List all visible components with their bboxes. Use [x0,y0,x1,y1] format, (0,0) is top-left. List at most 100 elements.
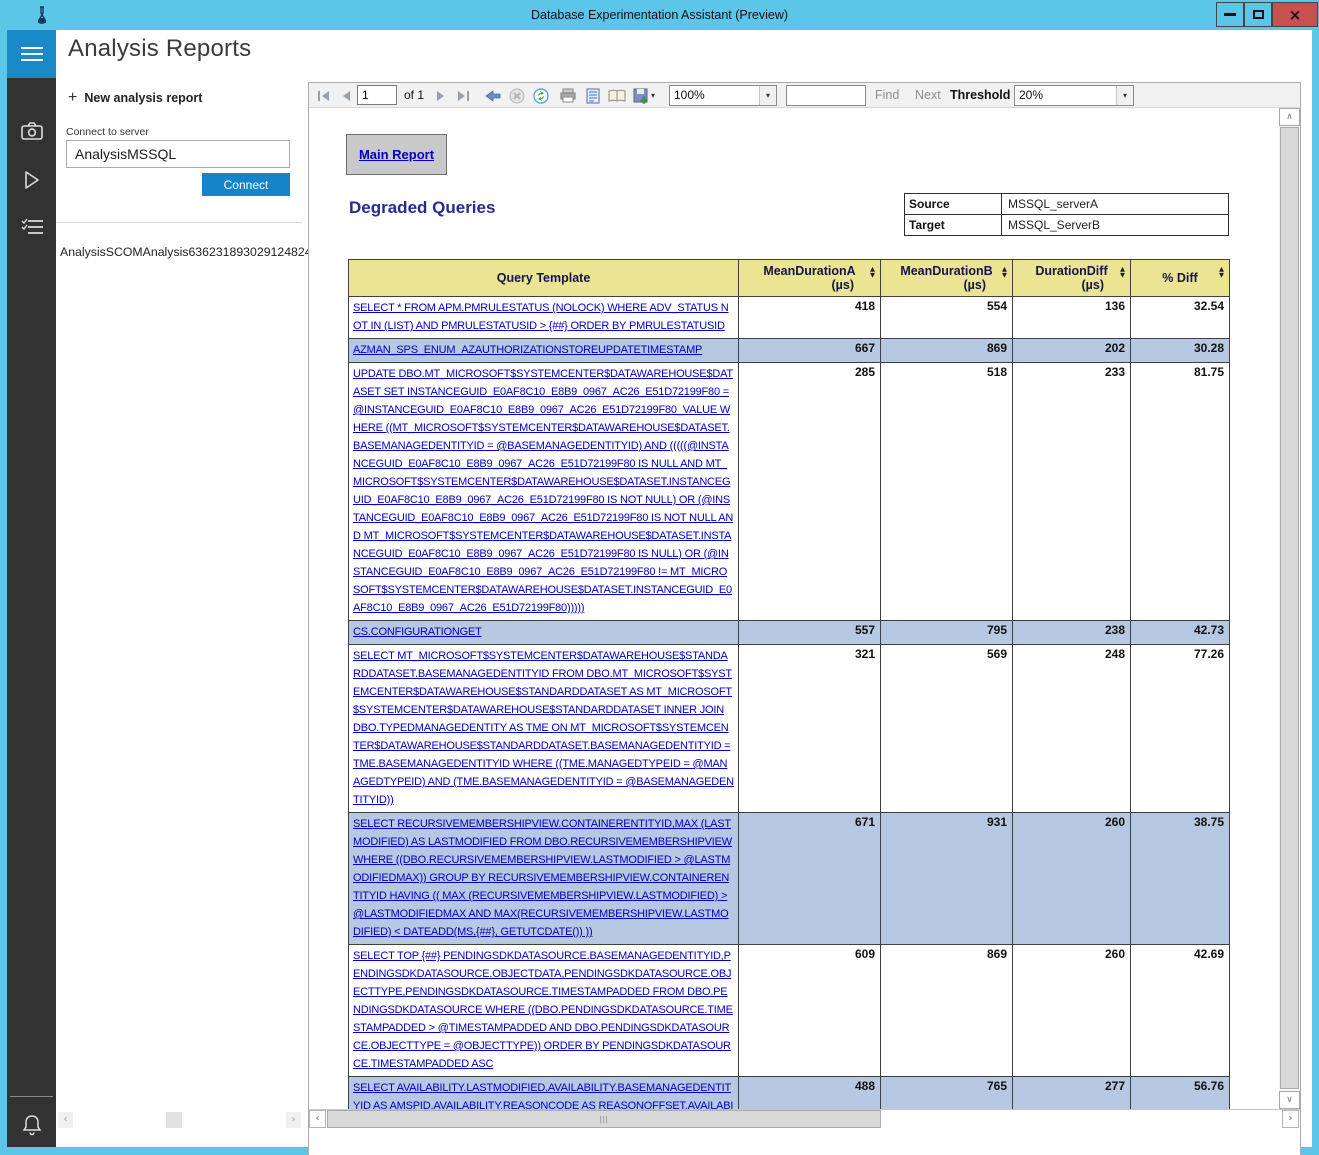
sidebar-item-replay[interactable] [7,163,56,197]
threshold-caret-icon: ▾ [1116,86,1133,105]
rail-divider [10,1096,53,1097]
window-border-left [0,30,7,1155]
duration-diff-value: 277 [1012,1076,1131,1109]
mean-duration-b-value: 569 [880,644,1013,813]
duration-diff-value: 238 [1012,620,1131,645]
page-setup-button[interactable] [606,85,627,106]
target-value: MSSQL_ServerB [1001,214,1229,236]
analysis-report-list-item[interactable]: AnalysisSCOMAnalysis636231893029124824 [60,245,312,259]
minimize-button[interactable] [1216,2,1244,27]
new-analysis-report-label: New analysis report [84,91,203,105]
server-name-input[interactable] [66,140,290,168]
query-link[interactable]: SELECT RECURSIVEMEMBERSHIPVIEW.CONTAINER… [353,818,732,938]
column-header-duration-diff[interactable]: DurationDiff (µs) ▲ ▼ [1012,259,1131,297]
report-canvas: Main Report Degraded Queries Source MSSQL… [309,108,1279,1109]
scroll-right-button[interactable]: › [1282,1110,1299,1128]
duration-diff-value: 260 [1012,944,1131,1077]
column-header-pct-diff[interactable]: % Diff ▲ ▼ [1130,259,1230,297]
mean-duration-b-value: 518 [880,362,1013,621]
nav-rail [7,30,56,1147]
first-page-button[interactable] [313,85,334,106]
query-template-cell: SELECT MT_MICROSOFT$SYSTEMCENTER$DATAWAR… [348,644,739,813]
sort-icon[interactable]: ▲ ▼ [870,266,875,278]
mean-duration-b-value: 869 [880,944,1013,1077]
query-link[interactable]: SELECT TOP {##} PENDINGSDKDATASOURCE.BAS… [353,950,733,1070]
degraded-queries-table: Query Template MeanDurationA (µs) ▲ ▼ MeanD… [348,259,1230,1109]
connect-button[interactable]: Connect [202,173,290,196]
query-link[interactable]: AZMAN_SPS_ENUM_AZAUTHORIZATIONSTOREUPDAT… [353,344,702,356]
page-title: Analysis Reports [68,35,252,62]
print-button[interactable] [557,85,578,106]
horizontal-scrollbar[interactable]: ‹ ||| › [309,1109,1300,1128]
refresh-button[interactable] [530,85,551,106]
close-button[interactable]: × [1272,2,1318,27]
cancel-icon [509,88,524,103]
zoom-select[interactable]: 100% ▾ [669,85,777,106]
vertical-scrollbar[interactable]: ∧ ∨ [1279,108,1300,1109]
sidebar-item-analysis-reports[interactable] [7,210,56,244]
mean-duration-b-value: 931 [880,812,1013,945]
back-button[interactable] [482,85,503,106]
app-window: Database Experimentation Assistant (Prev… [0,0,1319,1155]
sort-icon[interactable]: ▲ ▼ [1219,266,1224,278]
scroll-up-button[interactable]: ∧ [1279,108,1300,126]
query-link[interactable]: SELECT * FROM APM.PMRULESTATUS (NOLOCK) … [353,302,729,332]
page-number-input[interactable] [357,85,397,105]
duration-diff-value: 260 [1012,812,1131,945]
last-page-button[interactable] [452,85,473,106]
query-template-cell: SELECT AVAILABILITY.LASTMODIFIED,AVAILAB… [348,1076,739,1109]
notifications-button[interactable] [7,1108,56,1142]
pct-diff-value: 42.73 [1130,620,1230,645]
pct-diff-value: 56.76 [1130,1076,1230,1109]
plus-icon: + [68,89,78,106]
previous-page-button[interactable] [335,85,356,106]
export-button[interactable]: ▾ [629,85,659,106]
report-heading: Degraded Queries [349,198,496,217]
query-link[interactable]: SELECT MT_MICROSOFT$SYSTEMCENTER$DATAWAR… [353,650,734,806]
target-label: Target [904,214,1002,236]
mean-duration-a-value: 488 [738,1076,881,1109]
print-layout-button[interactable] [582,85,603,106]
pct-diff-value: 81.75 [1130,362,1230,621]
horizontal-scroll-thumb[interactable]: ||| [327,1110,881,1128]
find-next-button[interactable]: Next [915,83,941,108]
scroll-down-button[interactable]: ∨ [1279,1091,1300,1109]
scroll-left-button[interactable]: ‹ [309,1110,326,1128]
left-panel-scroll-left[interactable]: ‹ [58,1112,73,1128]
table-row: SELECT MT_MICROSOFT$SYSTEMCENTER$DATAWAR… [348,644,1230,813]
mean-duration-a-value: 285 [738,362,881,621]
source-value: MSSQL_serverA [1001,193,1229,215]
new-analysis-report-button[interactable]: + New analysis report [68,89,202,107]
column-header-mean-duration-b[interactable]: MeanDurationB (µs) ▲ ▼ [880,259,1013,297]
main-report-button[interactable]: Main Report [346,134,447,175]
last-page-icon [457,90,469,101]
pct-diff-value: 42.69 [1130,944,1230,1077]
column-header-mean-duration-a[interactable]: MeanDurationA (µs) ▲ ▼ [738,259,881,297]
query-link[interactable]: SELECT AVAILABILITY.LASTMODIFIED,AVAILAB… [353,1082,733,1109]
query-template-cell: SELECT RECURSIVEMEMBERSHIPVIEW.CONTAINER… [348,812,739,945]
sort-icon[interactable]: ▲ ▼ [1120,266,1125,278]
table-row: CS.CONFIGURATIONGET 557 795 238 42.73 [348,620,1230,645]
left-panel-scroll-thumb[interactable] [166,1112,182,1128]
degraded-queries-tbody: SELECT * FROM APM.PMRULESTATUS (NOLOCK) … [348,296,1230,1109]
page-count-label: of 1 [404,88,425,102]
stop-render-button[interactable] [506,85,527,106]
window-border-right [1312,30,1319,1155]
vertical-scroll-thumb[interactable] [1280,127,1299,1089]
sort-icon[interactable]: ▲ ▼ [1002,266,1007,278]
hamburger-menu-button[interactable] [7,30,56,78]
mean-duration-b-value: 869 [880,338,1013,363]
next-page-icon [436,90,444,101]
find-input[interactable] [786,85,866,106]
find-button[interactable]: Find [875,83,899,108]
print-layout-icon [586,88,599,103]
bell-icon [22,1115,41,1136]
query-link[interactable]: UPDATE DBO.MT_MICROSOFT$SYSTEMCENTER$DAT… [353,368,733,614]
pct-diff-value: 38.75 [1130,812,1230,945]
next-page-button[interactable] [430,85,451,106]
sidebar-item-capture[interactable] [7,114,56,148]
maximize-button[interactable] [1244,2,1272,27]
left-panel-scroll-right[interactable]: › [286,1112,301,1128]
query-link[interactable]: CS.CONFIGURATIONGET [353,626,482,638]
threshold-select[interactable]: 20% ▾ [1014,85,1134,106]
